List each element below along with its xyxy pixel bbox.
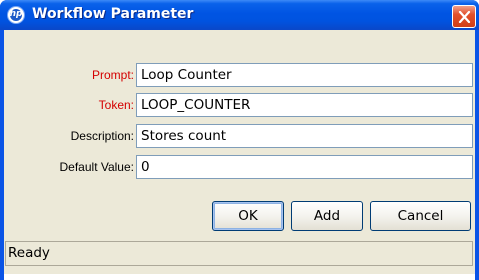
close-icon <box>458 11 471 23</box>
bottom-edge <box>4 274 475 280</box>
description-row: Description: Stores count <box>4 123 475 149</box>
prompt-row: Prompt: Loop Counter <box>4 62 475 88</box>
default-value-label: Default Value: <box>59 160 135 174</box>
hp-logo-icon: hp <box>7 6 25 24</box>
ok-button[interactable]: OK <box>212 201 284 231</box>
prompt-input[interactable]: Loop Counter <box>136 63 473 87</box>
status-bar: Ready <box>5 241 473 266</box>
title-bar[interactable]: hp Workflow Parameter <box>0 0 479 30</box>
description-label: Description: <box>70 129 134 143</box>
token-input[interactable]: LOOP_COUNTER <box>136 93 473 117</box>
logo-text: hp <box>9 9 23 19</box>
default-value-row: Default Value: 0 <box>4 154 475 180</box>
window-title: Workflow Parameter <box>32 6 194 22</box>
prompt-label: Prompt: <box>91 68 134 82</box>
dialog-body: Prompt: Loop Counter Token: LOOP_COUNTER… <box>4 30 475 280</box>
description-input[interactable]: Stores count <box>136 124 473 148</box>
token-label: Token: <box>98 98 134 112</box>
default-value-input[interactable]: 0 <box>136 155 473 179</box>
token-row: Token: LOOP_COUNTER <box>4 92 475 118</box>
dialog-window: hp Workflow Parameter Prompt: Loop Count… <box>0 0 479 280</box>
add-button[interactable]: Add <box>291 201 363 231</box>
close-button[interactable] <box>452 5 476 28</box>
cancel-button[interactable]: Cancel <box>370 201 471 231</box>
